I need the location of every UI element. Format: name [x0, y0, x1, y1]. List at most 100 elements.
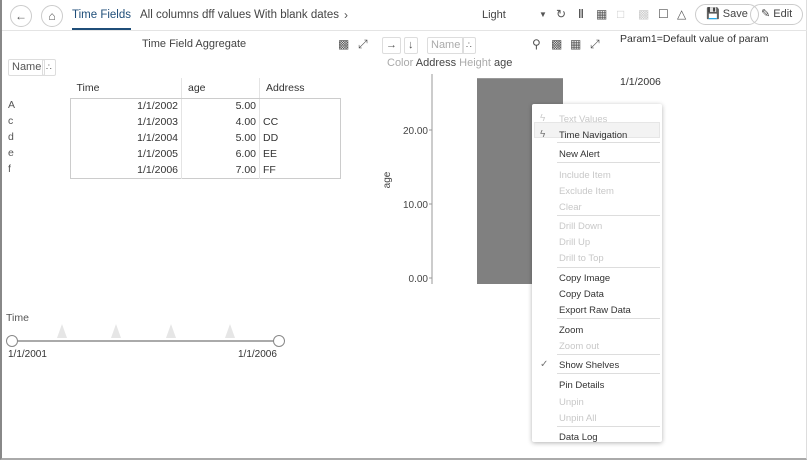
menu-item-clear: Clear — [559, 202, 582, 213]
edit-label: Edit — [773, 8, 793, 20]
top-toolbar: ← ⌂ Time Fields All columns dff values W… — [2, 0, 807, 31]
slider-tick — [57, 324, 67, 338]
home-button[interactable]: ⌂ — [41, 5, 63, 27]
panel-title: Time Field Aggregate — [142, 38, 247, 50]
pdf-icon: □ — [617, 7, 625, 21]
y-tick-label: 10.00 — [403, 200, 428, 211]
context-menu: Text Values ϟ Time Navigation ϟ New Alert Inc… — [532, 104, 662, 443]
row-label: d — [8, 131, 14, 143]
chevron-down-icon[interactable]: ▼ — [539, 8, 547, 22]
menu-item-pin-details[interactable]: Pin Details — [559, 380, 604, 391]
cell-time: 1/1/2003 — [70, 114, 182, 130]
tab-with-blank-dates[interactable]: With blank dates — [254, 9, 339, 21]
excel-export-icon[interactable]: ▩ — [551, 37, 562, 51]
menu-item-show-shelves[interactable]: Show Shelves — [559, 360, 619, 371]
cell-address: DD — [263, 132, 279, 144]
parameter-text: Param1=Default value of param — [620, 33, 769, 45]
menu-item-copy-data[interactable]: Copy Data — [559, 289, 604, 300]
table-row[interactable]: 1/1/2004 5.00 DD — [70, 130, 341, 146]
table-icon[interactable]: ▦ — [570, 37, 581, 51]
pause-icon[interactable]: ‖ — [578, 7, 584, 21]
slider-end-label: 1/1/2006 — [238, 349, 277, 360]
menu-item-zoom[interactable]: Zoom — [559, 325, 583, 336]
menu-item-new-alert[interactable]: New Alert — [559, 149, 600, 160]
slider-tick — [225, 324, 235, 338]
slider-tick — [111, 324, 121, 338]
table-row[interactable]: 1/1/2002 5.00 — [70, 98, 341, 114]
expand-icon[interactable]: ⤢ — [358, 37, 368, 51]
lightning-icon: ϟ — [540, 129, 546, 140]
save-label: Save — [722, 8, 748, 20]
menu-separator — [557, 373, 660, 374]
back-button[interactable]: ← — [10, 5, 32, 27]
tab-all-columns[interactable]: All columns dff values — [140, 9, 251, 21]
snapshot-icon[interactable]: ▦ — [596, 7, 607, 21]
cell-age: 4.00 — [181, 114, 260, 130]
menu-item-drill-to-top: Drill to Top — [559, 253, 604, 264]
sort-shelf-icon[interactable]: → — [382, 37, 401, 54]
menu-separator — [557, 142, 660, 143]
search-icon[interactable]: ⚲ — [532, 37, 541, 51]
color-label: Color — [387, 57, 414, 69]
color-value[interactable]: Address — [416, 57, 456, 69]
slider-end-handle[interactable] — [273, 335, 285, 347]
table-row[interactable]: 1/1/2005 6.00 EE — [70, 146, 341, 162]
height-value[interactable]: age — [494, 57, 512, 69]
expand-icon[interactable]: ⤢ — [590, 37, 600, 51]
table-row[interactable]: 1/1/2006 7.00 FF — [70, 162, 341, 178]
column-header-age[interactable]: age — [181, 78, 260, 99]
row-label: c — [8, 115, 14, 127]
slider-tick — [166, 324, 176, 338]
cell-address: EE — [263, 148, 278, 160]
tab-time-fields[interactable]: Time Fields — [72, 9, 131, 30]
menu-item-time-navigation[interactable]: Time Navigation — [559, 130, 627, 141]
menu-item-export-raw-data[interactable]: Export Raw Data — [559, 305, 631, 316]
time-slider-track[interactable] — [12, 340, 280, 342]
menu-item-exclude-item: Exclude Item — [559, 186, 614, 197]
sort-down-icon[interactable]: ↓ — [404, 37, 418, 54]
slider-label: Time — [6, 312, 29, 324]
menu-item-data-log[interactable]: Data Log — [559, 432, 598, 443]
column-header-address[interactable]: Address — [259, 78, 341, 99]
cell-time: 1/1/2006 — [70, 162, 182, 178]
excel-export-icon[interactable]: ▩ — [338, 37, 349, 51]
menu-separator — [557, 215, 660, 216]
slider-start-handle[interactable] — [6, 335, 18, 347]
y-axis-label: age — [382, 171, 393, 188]
bell-icon[interactable]: △ — [677, 7, 686, 21]
column-header-time[interactable]: Time — [70, 78, 182, 99]
name-shelf-chart[interactable]: Name — [427, 37, 465, 54]
cell-time: 1/1/2004 — [70, 130, 182, 146]
table-row[interactable]: 1/1/2003 4.00 CC — [70, 114, 341, 130]
refresh-icon[interactable]: ↻ — [556, 7, 566, 21]
cell-time: 1/1/2002 — [70, 98, 182, 114]
add-shelf-icon[interactable]: ∴ — [462, 37, 476, 54]
menu-item-unpin: Unpin — [559, 397, 584, 408]
cell-address — [260, 98, 341, 114]
theme-select[interactable]: Light — [482, 9, 506, 21]
menu-separator — [557, 426, 660, 427]
name-shelf[interactable]: Name — [8, 59, 46, 76]
y-tick-label: 20.00 — [403, 126, 428, 137]
row-label: e — [8, 147, 14, 159]
menu-item-unpin-all: Unpin All — [559, 413, 597, 424]
menu-separator — [557, 354, 660, 355]
menu-separator — [557, 162, 660, 163]
menu-item-include-item: Include Item — [559, 170, 611, 181]
cell-age: 5.00 — [181, 130, 260, 146]
cell-address: FF — [263, 163, 276, 176]
cell-age: 5.00 — [181, 98, 260, 114]
pencil-icon: ✎ — [761, 8, 774, 20]
edit-button[interactable]: ✎ Edit — [750, 4, 804, 25]
menu-item-drill-down: Drill Down — [559, 221, 603, 232]
slider-start-label: 1/1/2001 — [8, 349, 47, 360]
check-icon: ✓ — [540, 359, 549, 370]
menu-item-zoom-out: Zoom out — [559, 341, 600, 352]
add-shelf-icon[interactable]: ∴ — [42, 59, 56, 76]
chevron-right-icon[interactable]: › — [344, 8, 348, 22]
menu-item-drill-up: Drill Up — [559, 237, 591, 248]
menu-item-copy-image[interactable]: Copy Image — [559, 273, 610, 284]
bookmark-icon[interactable]: ☐ — [658, 7, 669, 21]
cell-address: CC — [263, 116, 279, 128]
height-label: Height — [459, 57, 491, 69]
